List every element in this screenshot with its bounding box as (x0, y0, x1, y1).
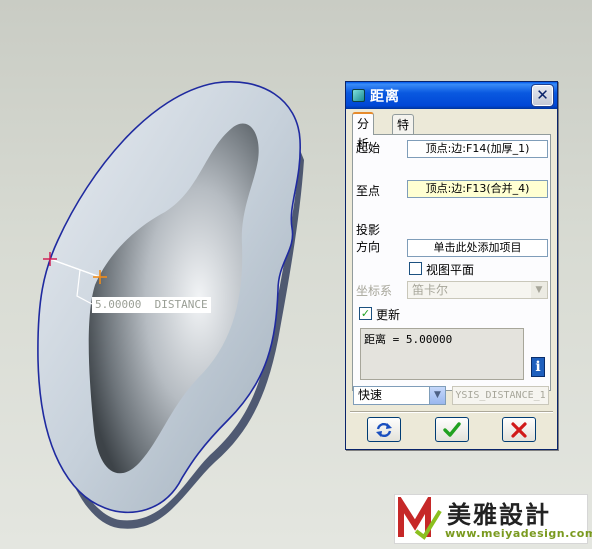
distance-dimension-label: 5.00000 DISTANCE (92, 297, 211, 313)
coord-system-label: 坐标系 (356, 284, 393, 298)
repeat-icon (376, 422, 392, 438)
close-button[interactable]: ✕ (531, 84, 554, 107)
projection-label: 投影 (356, 223, 381, 237)
tab-feature[interactable]: 特征 (392, 114, 415, 152)
analysis-name-field[interactable]: YSIS_DISTANCE_1 (452, 386, 549, 405)
watermark-url: www.meiyadesign.com (445, 527, 592, 540)
x-icon (511, 422, 527, 438)
end-field[interactable]: 顶点:边:F13(合并_4) (407, 180, 548, 198)
end-label: 至点 (356, 184, 381, 198)
result-display: 距离 = 5.00000 (360, 328, 524, 380)
update-label: 更新 (376, 308, 401, 322)
dialog-title: 距离 (370, 89, 400, 105)
tab-analysis[interactable]: 分析 (352, 112, 375, 151)
view-plane-checkbox[interactable] (409, 262, 422, 275)
coord-system-select[interactable]: 笛卡尔 ▼ (407, 281, 548, 299)
ok-button[interactable] (435, 417, 469, 442)
view-plane-label: 视图平面 (426, 263, 475, 277)
chevron-down-icon: ▼ (429, 387, 445, 404)
watermark-logo (398, 497, 442, 540)
repeat-button[interactable] (367, 417, 401, 442)
chevron-down-icon: ▼ (531, 282, 547, 298)
dialog-titlebar[interactable]: 距离 ✕ (346, 82, 557, 109)
distance-dialog: 距离 ✕ 分析 特征 起始 顶点:边:F14(加厚_1) 至点 顶点:边:F13… (345, 81, 558, 450)
watermark-title: 美雅設計 (447, 500, 551, 529)
coord-system-value: 笛卡尔 (412, 283, 449, 297)
button-separator (350, 411, 553, 413)
update-checkbox[interactable]: ✓ (359, 307, 372, 320)
watermark: 美雅設計 www.meiyadesign.com (394, 494, 592, 544)
cancel-button[interactable] (502, 417, 536, 442)
dialog-app-icon (352, 89, 365, 102)
direction-label: 方向 (356, 240, 381, 254)
start-field[interactable]: 顶点:边:F14(加厚_1) (407, 140, 548, 158)
info-icon[interactable]: i (531, 357, 545, 377)
direction-field[interactable]: 单击此处添加项目 (407, 239, 548, 257)
speed-select[interactable]: 快速 ▼ (353, 386, 446, 405)
speed-value: 快速 (358, 388, 383, 402)
analysis-panel: 起始 顶点:边:F14(加厚_1) 至点 顶点:边:F13(合并_4) 投影 方… (352, 134, 551, 391)
check-icon (443, 422, 461, 437)
